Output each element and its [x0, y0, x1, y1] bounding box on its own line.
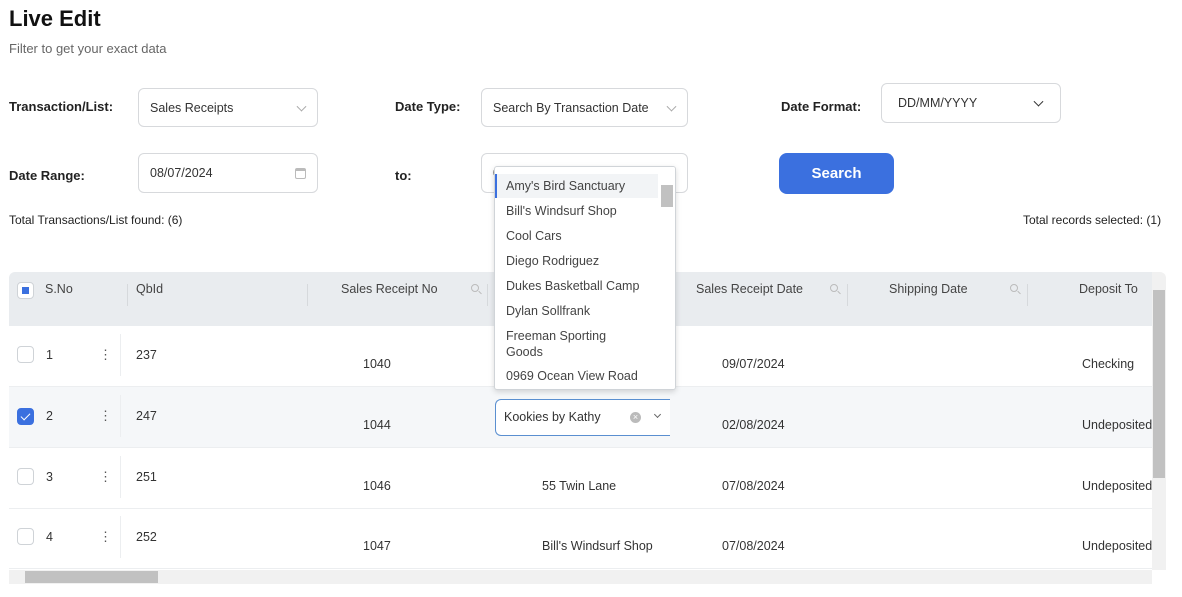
qbid-cell: 247	[136, 409, 157, 423]
col4-cell[interactable]: Bill's Windsurf Shop	[542, 539, 653, 553]
table-row[interactable]: 2 ⋮ 247 1044 Kookies by Kathy × 02/08/20…	[9, 387, 1152, 448]
column-qbid: QbId	[136, 282, 164, 296]
customer-value: Kookies by Kathy	[504, 410, 601, 424]
chevron-down-icon	[296, 101, 307, 112]
dropdown-option[interactable]: Diego Rodriguez	[506, 253, 656, 269]
horizontal-scrollbar[interactable]	[9, 570, 1152, 584]
date-type-label: Date Type:	[395, 99, 461, 114]
sno-cell: 4	[46, 530, 53, 544]
search-icon[interactable]	[830, 284, 838, 292]
transaction-value: Sales Receipts	[150, 100, 234, 115]
dropdown-option[interactable]: 0969 Ocean View Road	[506, 368, 656, 384]
dropdown-option[interactable]: Dylan Sollfrank	[506, 303, 656, 319]
date-format-select[interactable]: DD/MM/YYYY	[881, 83, 1061, 123]
column-sno: S.No	[45, 282, 73, 296]
total-selected: Total records selected: (1)	[1023, 213, 1162, 227]
chevron-down-icon	[1033, 96, 1044, 107]
date-type-value: Search By Transaction Date	[493, 100, 649, 115]
row-checkbox[interactable]	[17, 408, 34, 425]
dropdown-option[interactable]: Cool Cars	[506, 228, 656, 244]
dropdown-option[interactable]: Bill's Windsurf Shop	[506, 203, 656, 219]
select-all-checkbox[interactable]	[17, 282, 34, 299]
scrollbar-thumb[interactable]	[661, 185, 673, 207]
search-icon[interactable]	[471, 284, 479, 292]
more-vertical-icon[interactable]: ⋮	[99, 348, 112, 361]
transaction-select[interactable]: Sales Receipts	[138, 88, 318, 127]
date-type-select[interactable]: Search By Transaction Date	[481, 88, 688, 127]
table-row[interactable]: 4 ⋮ 252 1047 Bill's Windsurf Shop 07/08/…	[9, 508, 1152, 569]
deposit-cell[interactable]: Checking	[1082, 357, 1134, 371]
dropdown-scrollbar[interactable]	[658, 167, 675, 389]
date-range-label: Date Range:	[9, 168, 85, 183]
date-cell[interactable]: 02/08/2024	[722, 418, 785, 432]
search-button[interactable]: Search	[779, 153, 894, 194]
deposit-cell[interactable]: Undeposited	[1082, 539, 1152, 553]
sno-cell: 1	[46, 348, 53, 362]
qbid-cell: 251	[136, 470, 157, 484]
customer-select[interactable]: Kookies by Kathy ×	[495, 399, 670, 436]
row-checkbox[interactable]	[17, 468, 34, 485]
table-row[interactable]: 3 ⋮ 251 1046 55 Twin Lane 07/08/2024 Und…	[9, 448, 1152, 509]
column-shipping-date[interactable]: Shipping Date	[889, 282, 968, 296]
receipt-no-cell[interactable]: 1046	[363, 479, 391, 493]
sno-cell: 3	[46, 470, 53, 484]
sno-cell: 2	[46, 409, 53, 423]
date-format-value: DD/MM/YYYY	[898, 96, 978, 110]
customer-dropdown-list: Amy's Bird Sanctuary Bill's Windsurf Sho…	[494, 166, 676, 390]
chevron-down-icon	[666, 101, 677, 112]
more-vertical-icon[interactable]: ⋮	[99, 409, 112, 422]
page-subtitle: Filter to get your exact data	[9, 41, 167, 56]
date-format-label: Date Format:	[781, 99, 862, 114]
total-found: Total Transactions/List found: (6)	[9, 213, 183, 227]
search-icon[interactable]	[1010, 284, 1018, 292]
date-cell[interactable]: 07/08/2024	[722, 479, 785, 493]
scrollbar-thumb[interactable]	[1153, 290, 1165, 478]
column-sales-receipt-date[interactable]: Sales Receipt Date	[696, 282, 803, 296]
deposit-cell[interactable]: Undeposited	[1082, 479, 1152, 493]
page-title: Live Edit	[9, 6, 101, 31]
column-sales-receipt-no[interactable]: Sales Receipt No	[341, 282, 438, 296]
row-checkbox[interactable]	[17, 346, 34, 363]
dropdown-option[interactable]: Freeman Sporting Goods	[506, 328, 626, 360]
date-from-value: 08/07/2024	[150, 166, 213, 180]
dropdown-option[interactable]: Amy's Bird Sanctuary	[506, 178, 656, 194]
date-cell[interactable]: 07/08/2024	[722, 539, 785, 553]
row-checkbox[interactable]	[17, 528, 34, 545]
scrollbar-thumb[interactable]	[25, 571, 158, 583]
calendar-icon	[295, 168, 306, 179]
date-cell[interactable]: 09/07/2024	[722, 357, 785, 371]
deposit-cell[interactable]: Undeposited	[1082, 418, 1152, 432]
chevron-down-icon[interactable]	[653, 410, 662, 419]
more-vertical-icon[interactable]: ⋮	[99, 530, 112, 543]
qbid-cell: 252	[136, 530, 157, 544]
receipt-no-cell[interactable]: 1040	[363, 357, 391, 371]
more-vertical-icon[interactable]: ⋮	[99, 470, 112, 483]
column-deposit-to[interactable]: Deposit To	[1079, 282, 1138, 296]
clear-icon[interactable]: ×	[630, 412, 641, 423]
receipt-no-cell[interactable]: 1044	[363, 418, 391, 432]
receipt-no-cell[interactable]: 1047	[363, 539, 391, 553]
date-from-input[interactable]: 08/07/2024	[138, 153, 318, 193]
transaction-label: Transaction/List:	[9, 99, 114, 114]
to-label: to:	[395, 168, 412, 183]
col4-cell[interactable]: 55 Twin Lane	[542, 479, 616, 493]
dropdown-option[interactable]: Dukes Basketball Camp	[506, 278, 656, 294]
qbid-cell: 237	[136, 348, 157, 362]
vertical-scrollbar[interactable]	[1152, 272, 1166, 570]
